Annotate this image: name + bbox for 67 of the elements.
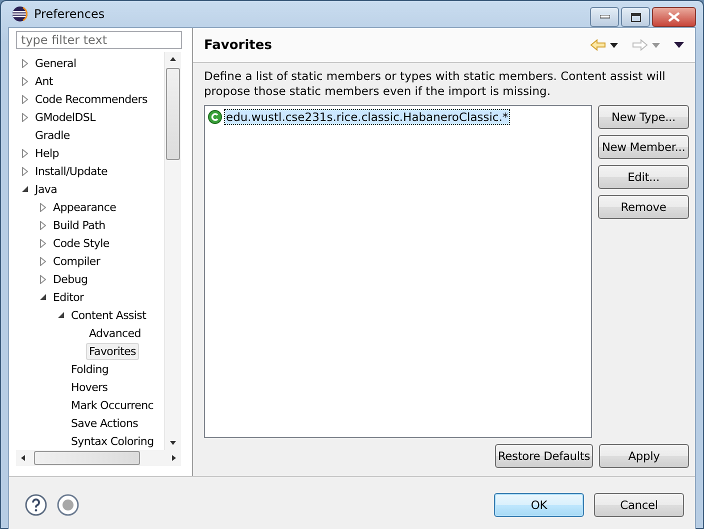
collapsed-arrow-icon[interactable] — [22, 112, 28, 122]
tree-item[interactable]: Code Style — [50, 234, 112, 252]
description-text: Define a list of static members or types with static members. Content assist will propose those static members even if the import is missing. — [204, 69, 666, 99]
collapsed-arrow-icon[interactable] — [40, 274, 46, 284]
collapsed-arrow-icon[interactable] — [40, 220, 46, 230]
expanded-arrow-icon[interactable] — [58, 312, 64, 318]
class-icon — [208, 110, 222, 124]
tree-item[interactable]: Editor — [50, 288, 87, 306]
favorite-item[interactable]: edu.wustl.cse231s.rice.classic.HabaneroClassic.* — [224, 109, 510, 125]
tree-item[interactable]: Content Assist — [68, 306, 150, 324]
tree-item[interactable]: Ant — [32, 72, 56, 90]
tree-item[interactable]: Mark Occurrenc — [68, 396, 157, 414]
filter-field[interactable]: type filter text — [16, 31, 182, 49]
expanded-arrow-icon[interactable] — [40, 294, 46, 300]
action-button[interactable]: Restore Defaults — [494, 444, 593, 468]
maximize-button[interactable] — [621, 7, 650, 27]
app-icon — [12, 6, 28, 22]
tree-item[interactable]: Debug — [50, 270, 91, 288]
tree-item[interactable]: Appearance — [50, 198, 120, 216]
action-button[interactable]: Apply — [599, 444, 689, 468]
tree-item[interactable]: Favorites — [86, 342, 139, 360]
tree-item[interactable]: Help — [32, 144, 62, 162]
tree-item[interactable]: Advanced — [86, 324, 144, 342]
action-button[interactable]: New Member... — [598, 135, 689, 159]
collapsed-arrow-icon[interactable] — [22, 58, 28, 68]
tree-item[interactable]: GModelDSL — [32, 108, 98, 126]
view-menu-icon[interactable] — [674, 42, 684, 48]
maximize-icon — [630, 12, 640, 22]
action-button[interactable]: Edit... — [598, 165, 689, 189]
close-icon — [668, 12, 680, 22]
collapsed-arrow-icon[interactable] — [40, 202, 46, 212]
collapsed-arrow-icon[interactable] — [22, 166, 28, 176]
vertical-scrollbar[interactable] — [164, 52, 181, 450]
collapsed-arrow-icon[interactable] — [22, 94, 28, 104]
dropdown-caret-icon[interactable] — [610, 42, 618, 48]
favorites-list[interactable]: edu.wustl.cse231s.rice.classic.HabaneroClassic.* — [204, 105, 592, 438]
window-title: Preferences — [34, 7, 106, 21]
action-button[interactable]: New Type... — [598, 105, 689, 129]
minimize-icon — [600, 15, 610, 19]
forward-arrow-icon[interactable] — [632, 39, 648, 51]
tree-item[interactable]: General — [32, 54, 80, 72]
help-icon[interactable] — [25, 494, 47, 516]
collapsed-arrow-icon[interactable] — [40, 256, 46, 266]
expanded-arrow-icon[interactable] — [22, 186, 28, 192]
close-button[interactable] — [652, 7, 696, 27]
collapsed-arrow-icon[interactable] — [22, 76, 28, 86]
horizontal-scrollbar[interactable] — [16, 450, 181, 466]
tree-item[interactable]: Syntax Coloring — [68, 432, 157, 450]
record-icon[interactable] — [57, 494, 79, 516]
collapsed-arrow-icon[interactable] — [22, 148, 28, 158]
tree-item[interactable]: Java — [32, 180, 60, 198]
minimize-button[interactable] — [590, 7, 619, 27]
tree-item[interactable]: Install/Update — [32, 162, 110, 180]
dialog-button[interactable]: Cancel — [594, 493, 684, 517]
action-button[interactable]: Remove — [598, 195, 689, 219]
scroll-thumb[interactable] — [166, 68, 180, 160]
tree-item[interactable]: Code Recommenders — [32, 90, 150, 108]
tree-item[interactable]: Build Path — [50, 216, 108, 234]
tree-item[interactable]: Folding — [68, 360, 112, 378]
collapsed-arrow-icon[interactable] — [40, 238, 46, 248]
dialog-button[interactable]: OK — [494, 493, 584, 517]
tree-item[interactable]: Save Actions — [68, 414, 142, 432]
tree-item[interactable]: Gradle — [32, 126, 73, 144]
tree-item[interactable]: Hovers — [68, 378, 111, 396]
page-title: Favorites — [204, 38, 273, 52]
tree-item[interactable]: Compiler — [50, 252, 104, 270]
scroll-thumb[interactable] — [34, 451, 140, 465]
